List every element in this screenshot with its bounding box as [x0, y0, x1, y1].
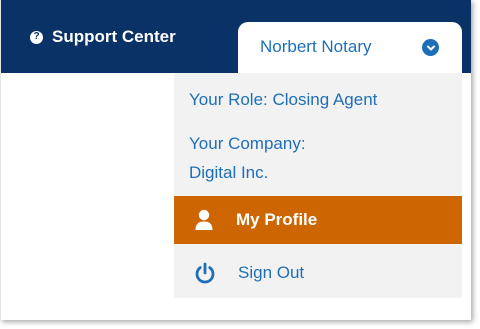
company-label: Your Company:	[189, 134, 306, 153]
user-name: Norbert Notary	[260, 37, 372, 56]
support-center-label: Support Center	[52, 27, 176, 46]
power-icon	[194, 262, 216, 284]
my-profile-menu-item[interactable]: My Profile	[174, 196, 462, 244]
user-role: Your Role: Closing Agent	[189, 90, 378, 109]
sign-out-label: Sign Out	[238, 263, 305, 282]
top-navigation-bar: ? Support Center Norbert Notary	[1, 0, 471, 73]
company-name: Digital Inc.	[189, 163, 269, 182]
app-window: ? Support Center Norbert Notary Your Rol…	[0, 0, 471, 320]
question-circle-icon: ?	[30, 30, 43, 44]
user-menu-toggle[interactable]: Norbert Notary	[238, 22, 462, 73]
user-dropdown-menu: Your Role: Closing Agent Your Company: D…	[174, 73, 462, 298]
sign-out-menu-item[interactable]: Sign Out	[174, 249, 462, 297]
chevron-down-circle-icon	[422, 39, 439, 56]
support-center-link[interactable]: ? Support Center	[30, 26, 176, 48]
user-icon	[194, 209, 214, 231]
my-profile-label: My Profile	[236, 210, 318, 229]
